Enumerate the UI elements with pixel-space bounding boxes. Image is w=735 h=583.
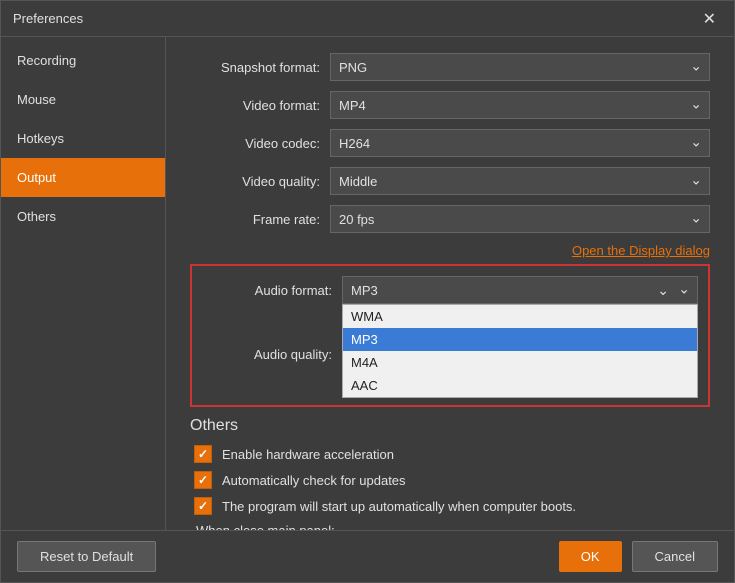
checkbox-updates[interactable]: ✓ [194, 471, 212, 489]
frame-rate-label: Frame rate: [190, 212, 320, 227]
cancel-button[interactable]: Cancel [632, 541, 718, 572]
snapshot-format-select[interactable]: PNG [330, 53, 710, 81]
title-bar: Preferences ✕ [1, 1, 734, 37]
audio-format-selected: MP3 [351, 283, 378, 298]
audio-format-dropdown[interactable]: MP3 ⌄ [342, 276, 698, 304]
video-quality-select-wrapper: Middle [330, 167, 710, 195]
audio-format-arrow-icon: ⌄ [657, 282, 669, 299]
audio-format-dropdown-list: WMA MP3 M4A AAC [342, 304, 698, 398]
preferences-dialog: Preferences ✕ Recording Mouse Hotkeys Ou… [0, 0, 735, 583]
audio-option-m4a[interactable]: M4A [343, 351, 697, 374]
snapshot-format-select-wrapper: PNG [330, 53, 710, 81]
when-close-row: When close main panel: [190, 523, 710, 530]
snapshot-format-label: Snapshot format: [190, 60, 320, 75]
video-format-row: Video format: MP4 [190, 91, 710, 119]
snapshot-format-row: Snapshot format: PNG [190, 53, 710, 81]
footer: Reset to Default OK Cancel [1, 530, 734, 582]
ok-button[interactable]: OK [559, 541, 622, 572]
sidebar-item-output[interactable]: Output [1, 158, 165, 197]
sidebar-item-hotkeys[interactable]: Hotkeys [1, 119, 165, 158]
content-area: Snapshot format: PNG Video format: MP4 [166, 37, 734, 530]
when-close-label: When close main panel: [196, 523, 335, 530]
checkmark-updates-icon: ✓ [198, 473, 208, 487]
audio-quality-label: Audio quality: [202, 347, 332, 362]
checkbox-hardware-label: Enable hardware acceleration [222, 447, 394, 462]
others-section: Others ✓ Enable hardware acceleration ✓ … [190, 417, 710, 530]
checkbox-hardware-row: ✓ Enable hardware acceleration [190, 445, 710, 463]
audio-option-aac[interactable]: AAC [343, 374, 697, 397]
checkbox-autostart[interactable]: ✓ [194, 497, 212, 515]
video-format-select-wrapper: MP4 [330, 91, 710, 119]
video-codec-select[interactable]: H264 [330, 129, 710, 157]
audio-option-mp3[interactable]: MP3 [343, 328, 697, 351]
video-quality-row: Video quality: Middle [190, 167, 710, 195]
sidebar-item-mouse[interactable]: Mouse [1, 80, 165, 119]
display-dialog-link-row: Open the Display dialog [190, 243, 710, 258]
video-format-label: Video format: [190, 98, 320, 113]
sidebar-item-others[interactable]: Others [1, 197, 165, 236]
frame-rate-select[interactable]: 20 fps [330, 205, 710, 233]
others-title: Others [190, 417, 710, 435]
sidebar: Recording Mouse Hotkeys Output Others [1, 37, 166, 530]
audio-format-dropdown-container: MP3 ⌄ WMA MP3 M4A AAC [342, 276, 698, 304]
video-quality-select[interactable]: Middle [330, 167, 710, 195]
checkbox-autostart-label: The program will start up automatically … [222, 499, 576, 514]
checkbox-updates-label: Automatically check for updates [222, 473, 406, 488]
audio-option-wma[interactable]: WMA [343, 305, 697, 328]
video-quality-label: Video quality: [190, 174, 320, 189]
close-button[interactable]: ✕ [697, 7, 722, 31]
open-display-dialog-link[interactable]: Open the Display dialog [572, 243, 710, 258]
sidebar-item-recording[interactable]: Recording [1, 41, 165, 80]
audio-format-label: Audio format: [202, 283, 332, 298]
frame-rate-row: Frame rate: 20 fps [190, 205, 710, 233]
audio-section: Audio format: MP3 ⌄ WMA MP3 M4A AAC [190, 264, 710, 407]
checkbox-autostart-row: ✓ The program will start up automaticall… [190, 497, 710, 515]
reset-to-default-button[interactable]: Reset to Default [17, 541, 156, 572]
checkmark-hardware-icon: ✓ [198, 447, 208, 461]
video-codec-row: Video codec: H264 [190, 129, 710, 157]
footer-right: OK Cancel [559, 541, 718, 572]
dialog-title: Preferences [13, 11, 83, 26]
frame-rate-select-wrapper: 20 fps [330, 205, 710, 233]
checkbox-hardware[interactable]: ✓ [194, 445, 212, 463]
checkmark-autostart-icon: ✓ [198, 499, 208, 513]
video-format-select[interactable]: MP4 [330, 91, 710, 119]
checkbox-updates-row: ✓ Automatically check for updates [190, 471, 710, 489]
video-codec-select-wrapper: H264 [330, 129, 710, 157]
audio-format-row: Audio format: MP3 ⌄ WMA MP3 M4A AAC [202, 276, 698, 304]
video-codec-label: Video codec: [190, 136, 320, 151]
main-content: Recording Mouse Hotkeys Output Others Sn… [1, 37, 734, 530]
